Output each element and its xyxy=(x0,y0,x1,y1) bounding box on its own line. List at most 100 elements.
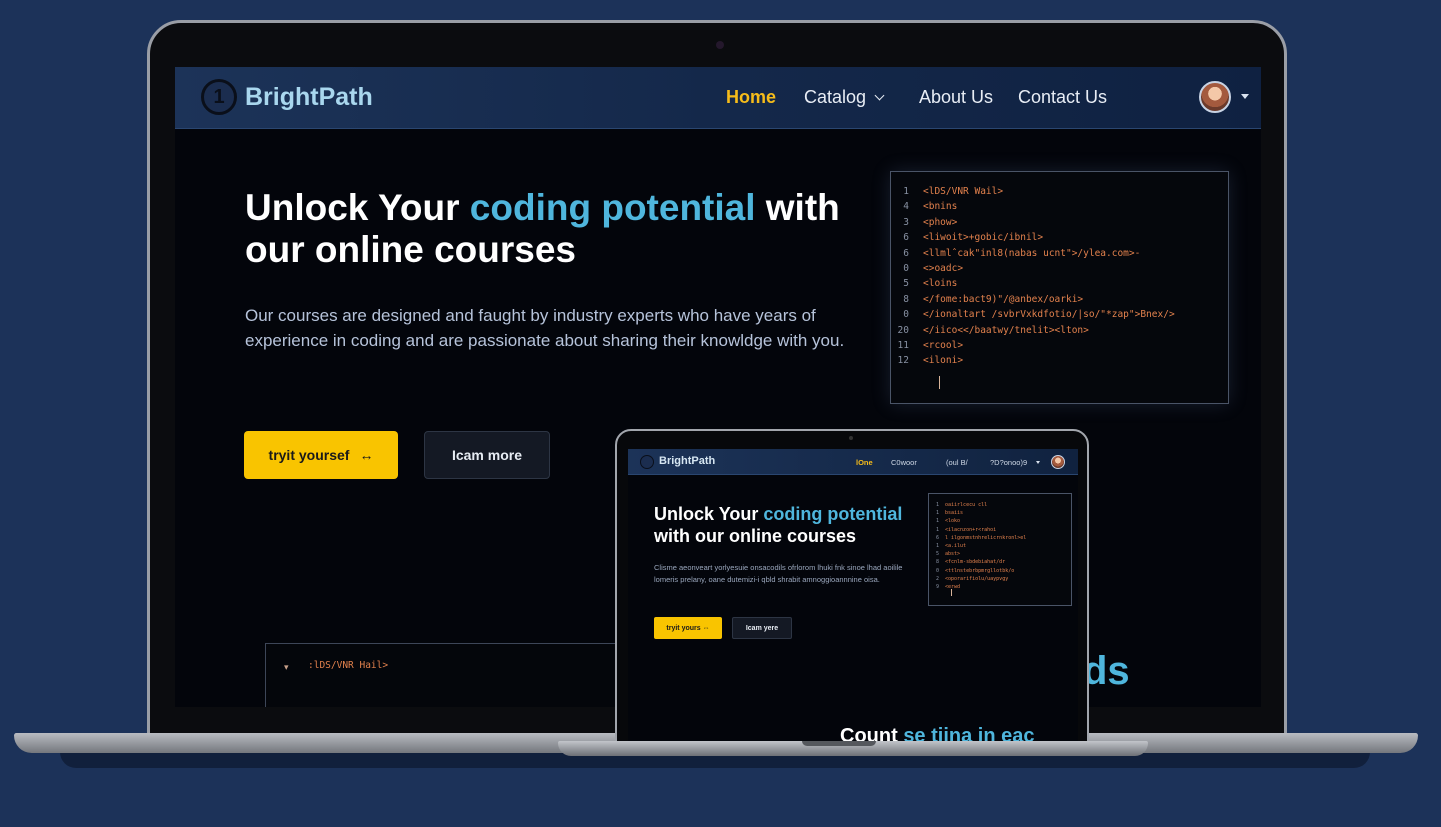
learn-more-button[interactable]: Icam more xyxy=(424,431,550,479)
small-camera-dot xyxy=(849,436,853,440)
code-text: </ionaltart /svbrVxkdfotio/|so/"*zap">Bn… xyxy=(923,309,1175,321)
code-text: <phow> xyxy=(923,216,958,228)
line-number: 5 xyxy=(903,278,909,290)
small-line-number: 1 xyxy=(935,518,939,525)
small-hero-description: Clisme aeonveart yorlyesuie onsacodils o… xyxy=(654,563,903,584)
small-code-text: <erwd xyxy=(945,583,961,590)
line-number: 6 xyxy=(903,247,909,259)
line-number: 3 xyxy=(903,216,909,228)
small-navbar: BrightPath lOne C0woor (oul B/ ?D?onoo)9 xyxy=(628,449,1078,475)
code-text: <bnins xyxy=(923,201,958,213)
line-number: 6 xyxy=(903,232,909,244)
small-code-text: <ttlnstebrbpmrgllotbk/o xyxy=(945,567,1015,574)
small-bottom-accent: se tiina in eac xyxy=(903,725,1035,741)
small-code-text: l ilgonmstnhrelicrnkronl>el xyxy=(945,534,1027,541)
code-line: 20 </iico<</baatwy/tnelit><lton> xyxy=(891,325,1228,340)
nav-contact-us[interactable]: Contact Us xyxy=(1018,87,1107,108)
collapse-triangle-icon: ▾ xyxy=(284,662,289,672)
code-text: <loins xyxy=(923,278,958,290)
nav-home[interactable]: Home xyxy=(726,87,776,108)
small-bottom-heading: Count se tiina in eac xyxy=(840,725,1034,741)
small-code-lines: 1 oaiirlcecu cll 1 bsaiis 1 <loko 1 <ilacnzon+r… xyxy=(929,502,1071,592)
code-line: 3 <phow> xyxy=(891,217,1228,232)
small-code-text: <loko xyxy=(945,518,961,525)
small-code-text: <oporarifiolu/uaypvgy xyxy=(945,575,1009,582)
nav-about-us[interactable]: About Us xyxy=(919,87,993,108)
small-nav-home[interactable]: lOne xyxy=(856,458,873,467)
small-line-number: 9 xyxy=(935,583,939,590)
small-line-number: 1 xyxy=(935,542,939,549)
line-number: 1 xyxy=(903,186,909,197)
small-code-panel: 1 oaiirlcecu cll 1 bsaiis 1 <loko 1 <ilacnzon+r… xyxy=(928,493,1072,606)
small-title-accent: coding potential xyxy=(763,504,903,524)
small-line-number: 2 xyxy=(935,575,939,582)
small-title-start: Unlock Your xyxy=(654,504,764,524)
small-code-line: 8 <fcnlm-sbdebiahat/dr xyxy=(929,559,1071,567)
try-it-label: tryit yoursef xyxy=(268,447,350,463)
code-line: 6 <liwoit>+gobic/ibnil> xyxy=(891,232,1228,247)
brand-logo[interactable]: 1 BrightPath xyxy=(201,79,373,115)
small-title-end: with our online courses xyxy=(654,526,857,546)
code-text: <llmlˆcak"inl8(nabas ucnt">/ylea.com>- xyxy=(923,247,1141,259)
small-nav-contact[interactable]: ?D?onoo)9 xyxy=(990,458,1027,467)
small-line-number: 1 xyxy=(935,510,939,517)
lower-code-panel: ▾ :lDS/VNR Hail> xyxy=(265,643,625,707)
line-number: 11 xyxy=(897,339,909,351)
small-brand-name[interactable]: BrightPath xyxy=(659,455,715,467)
hero-title: Unlock Your coding potential with our on… xyxy=(245,187,885,271)
small-try-it-button[interactable]: tryit yours ⇔ xyxy=(654,617,722,639)
code-text: </iico<</baatwy/tnelit><lton> xyxy=(923,324,1089,336)
small-code-line: 1 <loko xyxy=(929,518,1071,526)
arrows-icon: ↔ xyxy=(359,447,374,463)
hero-title-start: Unlock Your xyxy=(245,187,470,228)
small-logo-icon xyxy=(640,455,654,469)
code-line: 8 </fome:bact9)"/@anbex/oarki> xyxy=(891,294,1228,309)
small-caret-down-icon[interactable] xyxy=(1036,461,1040,464)
small-code-text: abst> xyxy=(945,551,961,558)
try-it-yourself-button[interactable]: tryit yoursef ↔ xyxy=(244,431,398,479)
small-learn-more-button[interactable]: Icam yere xyxy=(732,617,792,639)
line-number: 8 xyxy=(903,293,909,305)
code-text: <>oadc> xyxy=(923,262,964,274)
code-line: 1 <lDS/VNR Wail> xyxy=(891,186,1228,201)
chevron-down-icon xyxy=(874,90,885,101)
code-line: 0 <>oadc> xyxy=(891,263,1228,278)
lower-code-line: :lDS/VNR Hail> xyxy=(308,660,389,671)
section-heading-fragment: ds xyxy=(1083,649,1130,693)
small-code-line: 1 oaiirlcecu cll xyxy=(929,502,1071,510)
small-code-text: <fcnlm-sbdebiahat/dr xyxy=(945,559,1006,566)
user-avatar-icon[interactable] xyxy=(1199,81,1231,113)
code-editor-panel: 1 <lDS/VNR Wail> 4 <bnins 3 <phow> 6 <liwoit>+g… xyxy=(890,171,1229,404)
small-laptop-frame: BrightPath lOne C0woor (oul B/ ?D?onoo)9… xyxy=(615,429,1089,747)
small-user-avatar-icon[interactable] xyxy=(1051,455,1065,469)
code-text: </fome:bact9)"/@anbex/oarki> xyxy=(923,293,1084,305)
code-line: 4 <bnins xyxy=(891,201,1228,216)
code-text: <lDS/VNR Wail> xyxy=(923,186,1004,197)
small-code-line: 1 <ilacnzon+r<rahoi xyxy=(929,527,1071,535)
code-line: 0 </ionaltart /svbrVxkdfotio/|so/"*zap">B… xyxy=(891,309,1228,324)
small-line-number: 8 xyxy=(935,559,939,566)
brand-name: BrightPath xyxy=(245,82,373,111)
text-cursor xyxy=(939,376,940,389)
small-line-number: 5 xyxy=(935,551,939,558)
top-navbar: 1 BrightPath Home Catalog About Us Conta… xyxy=(175,67,1261,129)
line-number: 0 xyxy=(903,262,909,274)
small-laptop-screen: BrightPath lOne C0woor (oul B/ ?D?onoo)9… xyxy=(628,449,1078,741)
small-hero-title: Unlock Your coding potential with our on… xyxy=(654,503,924,547)
small-code-line: 6 l ilgonmstnhrelicrnkronl>el xyxy=(929,535,1071,543)
small-line-number: 1 xyxy=(935,526,939,533)
small-line-number: 6 xyxy=(935,534,939,541)
caret-down-icon[interactable] xyxy=(1241,94,1249,99)
line-number: 20 xyxy=(897,324,909,336)
code-line: 6 <llmlˆcak"inl8(nabas ucnt">/ylea.com>- xyxy=(891,248,1228,263)
code-line: 5 <loins xyxy=(891,278,1228,293)
small-nav-about[interactable]: (oul B/ xyxy=(946,458,968,467)
small-code-line: 0 <ttlnstebrbpmrgllotbk/o xyxy=(929,568,1071,576)
small-line-number: 0 xyxy=(935,567,939,574)
nav-catalog[interactable]: Catalog xyxy=(804,87,885,108)
small-code-line: 1 <a.ilut xyxy=(929,543,1071,551)
code-line: 11 <rcool> xyxy=(891,340,1228,355)
code-lines: 1 <lDS/VNR Wail> 4 <bnins 3 <phow> 6 <liwoit>+g… xyxy=(891,186,1228,371)
small-code-line: 1 bsaiis xyxy=(929,510,1071,518)
small-nav-catalog[interactable]: C0woor xyxy=(891,458,917,467)
